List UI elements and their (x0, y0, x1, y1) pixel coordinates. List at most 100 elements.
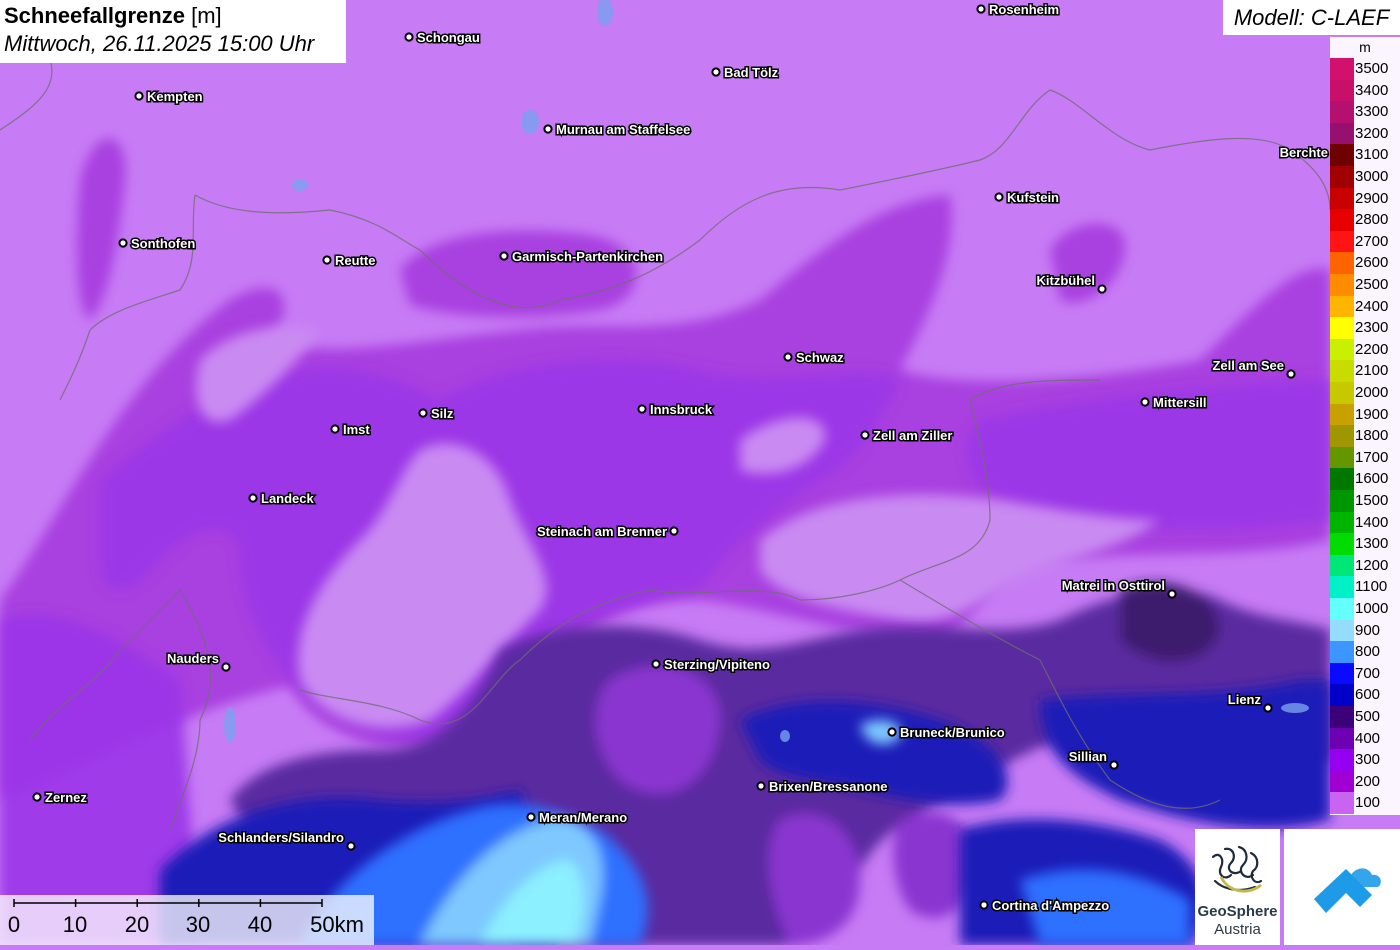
legend-entry: 2500 (1330, 274, 1400, 296)
city-label: Zell am See (1212, 358, 1284, 373)
weather-app-logo[interactable] (1284, 829, 1400, 945)
scale-label: 40 (247, 912, 273, 937)
legend-swatch (1330, 684, 1354, 706)
legend-swatch (1330, 295, 1354, 318)
legend-label: 700 (1355, 664, 1381, 682)
legend-swatch (1330, 317, 1354, 339)
legend-swatch (1330, 403, 1354, 426)
legend-unit: m (1359, 39, 1371, 55)
legend-label: 2100 (1355, 362, 1389, 380)
legend-entry: 1700 (1330, 446, 1400, 469)
title-box: Schneefallgrenze [m] Mittwoch, 26.11.202… (0, 0, 346, 63)
legend-label: 1200 (1355, 556, 1389, 574)
legend-entry: 1500 (1330, 490, 1400, 512)
city-dot (1109, 760, 1119, 770)
legend-label: 200 (1355, 772, 1381, 790)
city-marker[interactable]: Sonthofen (118, 235, 197, 253)
legend-entry: 3100 (1330, 144, 1400, 166)
legend-entry: 500 (1330, 706, 1400, 728)
city-label: Lienz (1228, 692, 1262, 707)
legend-swatch (1330, 749, 1354, 771)
legend-entry: 2400 (1330, 295, 1400, 318)
legend-swatch (1330, 770, 1354, 793)
city-marker[interactable]: Murnau am Staffelsee (543, 121, 692, 139)
city-label: Nauders (167, 651, 219, 666)
scale-bar: 0 10 20 30 40 50km (0, 895, 374, 945)
city-dot (756, 781, 766, 791)
city-label: Meran/Merano (539, 810, 627, 825)
city-dot (1263, 703, 1273, 713)
city-dot (860, 430, 870, 440)
legend-swatch (1330, 727, 1354, 750)
city-marker[interactable]: Bruneck/Brunico (887, 724, 1006, 742)
city-label: Zell am Ziller (873, 428, 952, 443)
city-dot (711, 67, 721, 77)
city-marker[interactable]: Zell am Ziller (860, 427, 954, 445)
city-dot (651, 659, 661, 669)
legend-entry: 800 (1330, 641, 1400, 663)
legend-entry: 2600 (1330, 252, 1400, 274)
city-label: Mittersill (1153, 395, 1206, 410)
city-marker[interactable]: Meran/Merano (526, 809, 629, 827)
legend-entry: 2800 (1330, 209, 1400, 231)
legend-swatch (1330, 619, 1354, 642)
legend-label: 900 (1355, 621, 1381, 639)
city-label: Steinach am Brenner (537, 524, 667, 539)
scale-label: 10 (62, 912, 88, 937)
legend-entry: 2200 (1330, 338, 1400, 361)
city-marker[interactable]: Schongau (404, 29, 481, 47)
legend-swatch (1330, 706, 1354, 728)
city-marker[interactable]: Steinach am Brenner (535, 523, 679, 541)
city-dot (1286, 369, 1296, 379)
city-label: Zernez (45, 790, 87, 805)
legend-label: 2600 (1355, 254, 1389, 272)
legend-label: 3100 (1355, 146, 1389, 164)
city-dot (32, 792, 42, 802)
legend-swatch (1330, 662, 1354, 685)
legend-swatch (1330, 101, 1354, 123)
city-label: Bad Tölz (724, 65, 779, 80)
city-marker[interactable]: Innsbruck (637, 401, 714, 419)
legend-swatch (1330, 446, 1354, 469)
city-marker[interactable]: Rosenheim (976, 1, 1061, 19)
legend-label: 2500 (1355, 276, 1389, 293)
legend-swatch (1330, 490, 1354, 512)
city-label: Imst (343, 422, 370, 437)
legend-label: 100 (1355, 794, 1381, 812)
city-marker[interactable]: Garmisch-Partenkirchen (499, 248, 665, 266)
legend-entry: 2100 (1330, 360, 1400, 382)
geosphere-logo[interactable]: GeoSphere Austria (1195, 829, 1280, 945)
city-label: Kitzbühel (1037, 273, 1096, 288)
legend-swatch (1330, 468, 1354, 490)
city-label: Landeck (261, 491, 315, 506)
title-line: Schneefallgrenze [m] (4, 2, 342, 30)
legend-entry: 2700 (1330, 230, 1400, 253)
legend-swatch (1330, 382, 1354, 404)
city-dot (1097, 284, 1107, 294)
city-dot (543, 124, 553, 134)
legend-swatch (1330, 58, 1354, 80)
city-label: Sterzing/Vipiteno (664, 657, 770, 672)
legend-entry: 400 (1330, 727, 1400, 750)
legend-swatch (1330, 641, 1354, 663)
city-label: Kempten (147, 89, 203, 104)
legend-swatch (1330, 554, 1354, 577)
legend-label: 1000 (1355, 600, 1389, 617)
snowfall-limit-map[interactable]: Rosenheim Schongau Bad Tölz Kempten Murnau a… (0, 0, 1400, 945)
city-marker[interactable]: Brixen/Bressanone (756, 778, 889, 796)
model-label: Modell: C-LAEF (1223, 0, 1400, 35)
city-dot (979, 900, 989, 910)
legend-swatch (1330, 792, 1354, 814)
city-marker[interactable]: Cortina d'Ampezzo (979, 897, 1111, 915)
city-marker[interactable]: Sterzing/Vipiteno (651, 656, 771, 674)
city-dot (526, 812, 536, 822)
legend-entry: 3400 (1330, 79, 1400, 102)
city-dot (221, 662, 231, 672)
legend-entry: 1100 (1330, 576, 1400, 598)
legend-label: 2300 (1355, 319, 1389, 337)
legend-entry: 900 (1330, 619, 1400, 642)
city-label: Schlanders/Silandro (218, 830, 344, 845)
legend-label: 1700 (1355, 448, 1389, 466)
cloud-arrow-icon (1314, 868, 1381, 913)
city-label: Berchte (1280, 145, 1328, 160)
